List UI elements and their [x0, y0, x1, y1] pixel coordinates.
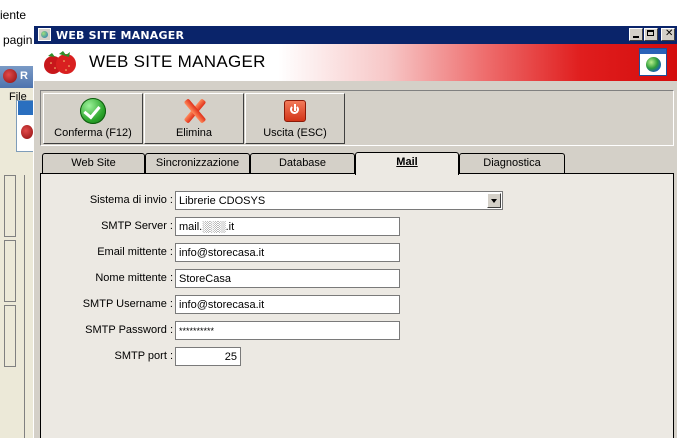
background-window-title: R: [20, 70, 28, 82]
app-globe-icon: [38, 28, 51, 41]
power-icon: [284, 100, 306, 122]
web-site-manager-dialog: WEB SITE MANAGER ✕ WEB SITE MANAGER Conf…: [33, 26, 677, 438]
smtp-password-label: SMTP Password :: [85, 324, 173, 336]
website-globe-button[interactable]: [639, 48, 667, 76]
sender-name-label: Nome mittente :: [95, 272, 173, 284]
strawberries-logo-icon: [44, 51, 76, 74]
dialog-titlebar[interactable]: WEB SITE MANAGER ✕: [34, 26, 677, 44]
smtp-username-input[interactable]: info@storecasa.it: [175, 295, 400, 314]
strawberry-icon: [21, 125, 33, 139]
chevron-down-icon[interactable]: [487, 193, 501, 208]
smtp-port-input[interactable]: 25: [175, 347, 241, 366]
checkmark-icon: [80, 98, 106, 124]
smtp-username-label: SMTP Username :: [82, 298, 173, 310]
sender-email-input[interactable]: info@storecasa.it: [175, 243, 400, 262]
background-text-side: pagin: [3, 33, 33, 47]
background-child-titlebar: [18, 101, 34, 115]
confirm-button[interactable]: Conferma (F12): [43, 93, 143, 144]
send-system-value: Librerie CDOSYS: [179, 195, 266, 207]
delete-button-label: Elimina: [175, 127, 213, 139]
background-window-titlebar: R: [0, 66, 34, 88]
smtp-password-input[interactable]: **********: [175, 321, 400, 340]
tab-sincronizzazione[interactable]: Sincronizzazione: [145, 153, 250, 173]
smtp-server-input[interactable]: mail.░░░.it: [175, 217, 400, 236]
maximize-button[interactable]: [644, 28, 658, 41]
sender-name-input[interactable]: StoreCasa: [175, 269, 400, 288]
minimize-button[interactable]: [629, 28, 643, 41]
mail-settings-panel: Sistema di invio : Librerie CDOSYS SMTP …: [40, 173, 674, 438]
globe-icon: [646, 57, 661, 72]
tab-diagnostica[interactable]: Diagnostica: [459, 153, 565, 173]
background-divider: [24, 175, 25, 438]
exit-button-label: Uscita (ESC): [263, 127, 327, 139]
tab-mail[interactable]: Mail: [355, 152, 459, 175]
sender-email-label: Email mittente :: [97, 246, 173, 258]
background-box: [4, 240, 16, 302]
header-banner: WEB SITE MANAGER: [34, 44, 677, 81]
delete-x-icon: [181, 98, 207, 124]
exit-button[interactable]: Uscita (ESC): [245, 93, 345, 144]
delete-button[interactable]: Elimina: [144, 93, 244, 144]
background-box: [4, 175, 16, 237]
window-title: WEB SITE MANAGER: [56, 29, 185, 42]
tab-web-site[interactable]: Web Site: [42, 153, 145, 173]
smtp-port-label: SMTP port :: [114, 350, 173, 362]
send-system-label: Sistema di invio :: [89, 194, 173, 206]
send-system-select[interactable]: Librerie CDOSYS: [175, 191, 503, 210]
confirm-button-label: Conferma (F12): [54, 127, 132, 139]
background-text: iente: [0, 8, 27, 22]
banner-title: WEB SITE MANAGER: [89, 52, 266, 71]
strawberry-icon: [3, 69, 17, 83]
background-box: [4, 305, 16, 367]
tab-database[interactable]: Database: [250, 153, 355, 173]
close-button[interactable]: ✕: [661, 28, 675, 41]
smtp-server-label: SMTP Server :: [101, 220, 173, 232]
action-toolbar: Conferma (F12) Elimina Uscita (ESC): [40, 90, 674, 146]
close-icon: ✕: [665, 28, 674, 39]
